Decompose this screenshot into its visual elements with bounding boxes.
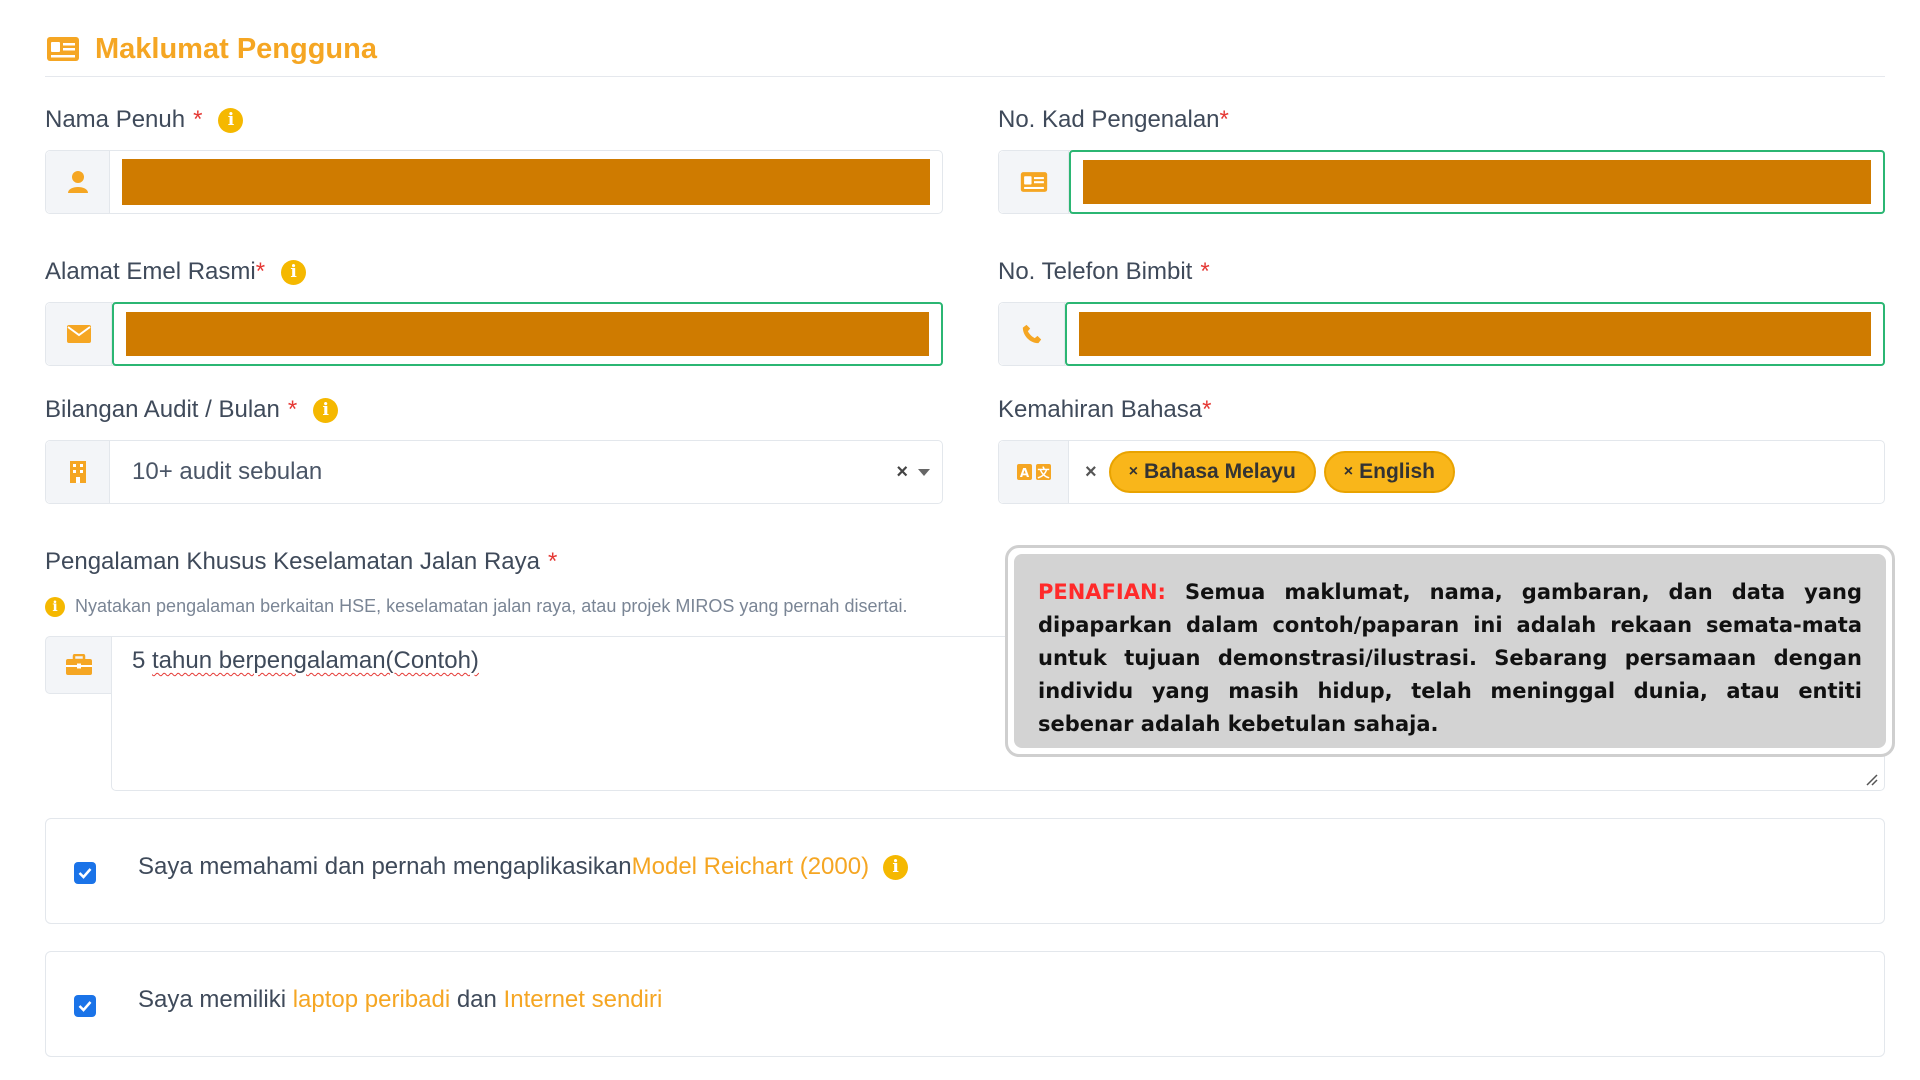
laptop-highlight: laptop peribadi xyxy=(292,986,451,1013)
nama-penuh-label: Nama Penuh * i xyxy=(45,106,244,134)
envelope-icon xyxy=(46,303,112,365)
telefon-label-text: No. Telefon Bimbit xyxy=(998,258,1193,285)
tag-label: Bahasa Melayu xyxy=(1144,460,1296,483)
redacted-value xyxy=(126,312,929,356)
laptop-card: Saya memiliki laptop peribadi dan Intern… xyxy=(45,951,1885,1057)
pengalaman-label: Pengalaman Khusus Keselamatan Jalan Raya… xyxy=(45,548,557,576)
required-mark: * xyxy=(287,396,298,423)
bahasa-label: Kemahiran Bahasa * xyxy=(998,396,1211,424)
kad-pengenalan-input[interactable] xyxy=(1069,150,1885,214)
textarea-text: 5 xyxy=(132,647,153,674)
kad-pengenalan-label-text: No. Kad Pengenalan xyxy=(998,106,1220,133)
reichart-text: Saya memahami dan pernah mengaplikasikan… xyxy=(138,853,909,881)
laptop-text-2: dan xyxy=(450,986,504,1013)
user-icon xyxy=(46,151,110,213)
reichart-highlight: Model Reichart (2000) xyxy=(631,853,870,880)
kad-pengenalan-group xyxy=(998,150,1885,214)
remove-tag-icon[interactable]: × xyxy=(1344,463,1353,481)
disclaimer-box: PENAFIAN: Semua maklumat, nama, gambaran… xyxy=(1005,545,1895,757)
laptop-checkbox[interactable] xyxy=(74,995,96,1017)
id-card-icon xyxy=(999,151,1069,213)
redacted-value xyxy=(122,159,930,205)
tag-bahasa-melayu[interactable]: × Bahasa Melayu xyxy=(1108,451,1316,493)
section-title: Maklumat Pengguna xyxy=(95,32,377,65)
svg-text:A: A xyxy=(1019,466,1029,480)
audit-select[interactable]: 10+ audit sebulan × xyxy=(45,440,943,504)
info-icon[interactable]: i xyxy=(313,397,339,423)
check-icon xyxy=(78,1001,92,1012)
briefcase-icon xyxy=(45,636,111,694)
info-icon[interactable]: i xyxy=(281,259,307,285)
id-card-icon xyxy=(45,35,81,63)
chevron-down-icon[interactable] xyxy=(918,468,930,476)
info-icon[interactable]: i xyxy=(883,854,909,880)
laptop-text: Saya memiliki laptop peribadi dan Intern… xyxy=(138,986,662,1014)
pengalaman-label-text: Pengalaman Khusus Keselamatan Jalan Raya xyxy=(45,548,540,575)
kad-pengenalan-label: No. Kad Pengenalan * xyxy=(998,106,1229,134)
emel-label-text: Alamat Emel Rasmi xyxy=(45,258,256,285)
phone-icon xyxy=(999,303,1065,365)
emel-group xyxy=(45,302,943,366)
nama-penuh-label-text: Nama Penuh xyxy=(45,106,186,133)
reichart-text-plain: Saya memahami dan pernah mengaplikasikan xyxy=(138,853,632,880)
clear-icon[interactable]: × xyxy=(1085,461,1097,484)
audit-label-text: Bilangan Audit / Bulan xyxy=(45,396,280,423)
audit-select-value[interactable]: 10+ audit sebulan × xyxy=(110,441,942,503)
info-icon: i xyxy=(45,596,65,617)
emel-label: Alamat Emel Rasmi * i xyxy=(45,258,307,286)
clear-icon[interactable]: × xyxy=(896,461,908,484)
select-controls: × xyxy=(896,461,930,484)
tag-english[interactable]: × English xyxy=(1323,451,1455,493)
required-mark: * xyxy=(255,258,266,285)
reichart-checkbox[interactable] xyxy=(74,862,96,884)
reichart-card: Saya memahami dan pernah mengaplikasikan… xyxy=(45,818,1885,924)
telefon-group xyxy=(998,302,1885,366)
audit-selected-text: 10+ audit sebulan xyxy=(132,458,323,485)
telefon-input[interactable] xyxy=(1065,302,1885,366)
bahasa-multiselect[interactable]: A文 × × Bahasa Melayu × English xyxy=(998,440,1885,504)
translate-icon: A文 xyxy=(999,441,1069,503)
nama-penuh-input[interactable] xyxy=(110,151,942,213)
audit-label: Bilangan Audit / Bulan * i xyxy=(45,396,339,424)
resize-handle-icon[interactable] xyxy=(1864,772,1878,786)
required-mark: * xyxy=(1219,106,1229,133)
bahasa-label-text: Kemahiran Bahasa xyxy=(998,396,1203,423)
emel-input[interactable] xyxy=(112,302,943,366)
disclaimer-label: PENAFIAN: xyxy=(1038,580,1166,604)
hint-text: Nyatakan pengalaman berkaitan HSE, kesel… xyxy=(75,596,908,616)
remove-tag-icon[interactable]: × xyxy=(1129,463,1138,481)
redacted-value xyxy=(1079,312,1871,356)
tag-label: English xyxy=(1359,460,1435,483)
pengalaman-hint: i Nyatakan pengalaman berkaitan HSE, kes… xyxy=(45,596,907,617)
required-mark: * xyxy=(1202,396,1212,423)
redacted-value xyxy=(1083,160,1871,204)
building-icon xyxy=(46,441,110,503)
laptop-text-1: Saya memiliki xyxy=(138,986,293,1013)
internet-highlight: Internet sendiri xyxy=(503,986,663,1013)
required-mark: * xyxy=(1200,258,1210,285)
telefon-label: No. Telefon Bimbit * xyxy=(998,258,1210,286)
required-mark: * xyxy=(193,106,203,133)
disclaimer-content: PENAFIAN: Semua maklumat, nama, gambaran… xyxy=(1014,554,1886,748)
bahasa-tags[interactable]: × × Bahasa Melayu × English xyxy=(1069,441,1884,503)
textarea-text-misspelled: tahun berpengalaman(Contoh) xyxy=(152,647,479,674)
svg-text:文: 文 xyxy=(1037,465,1050,480)
section-header: Maklumat Pengguna xyxy=(45,22,1885,77)
required-mark: * xyxy=(547,548,558,575)
nama-penuh-group xyxy=(45,150,943,214)
info-icon[interactable]: i xyxy=(218,107,244,133)
check-icon xyxy=(78,868,92,879)
